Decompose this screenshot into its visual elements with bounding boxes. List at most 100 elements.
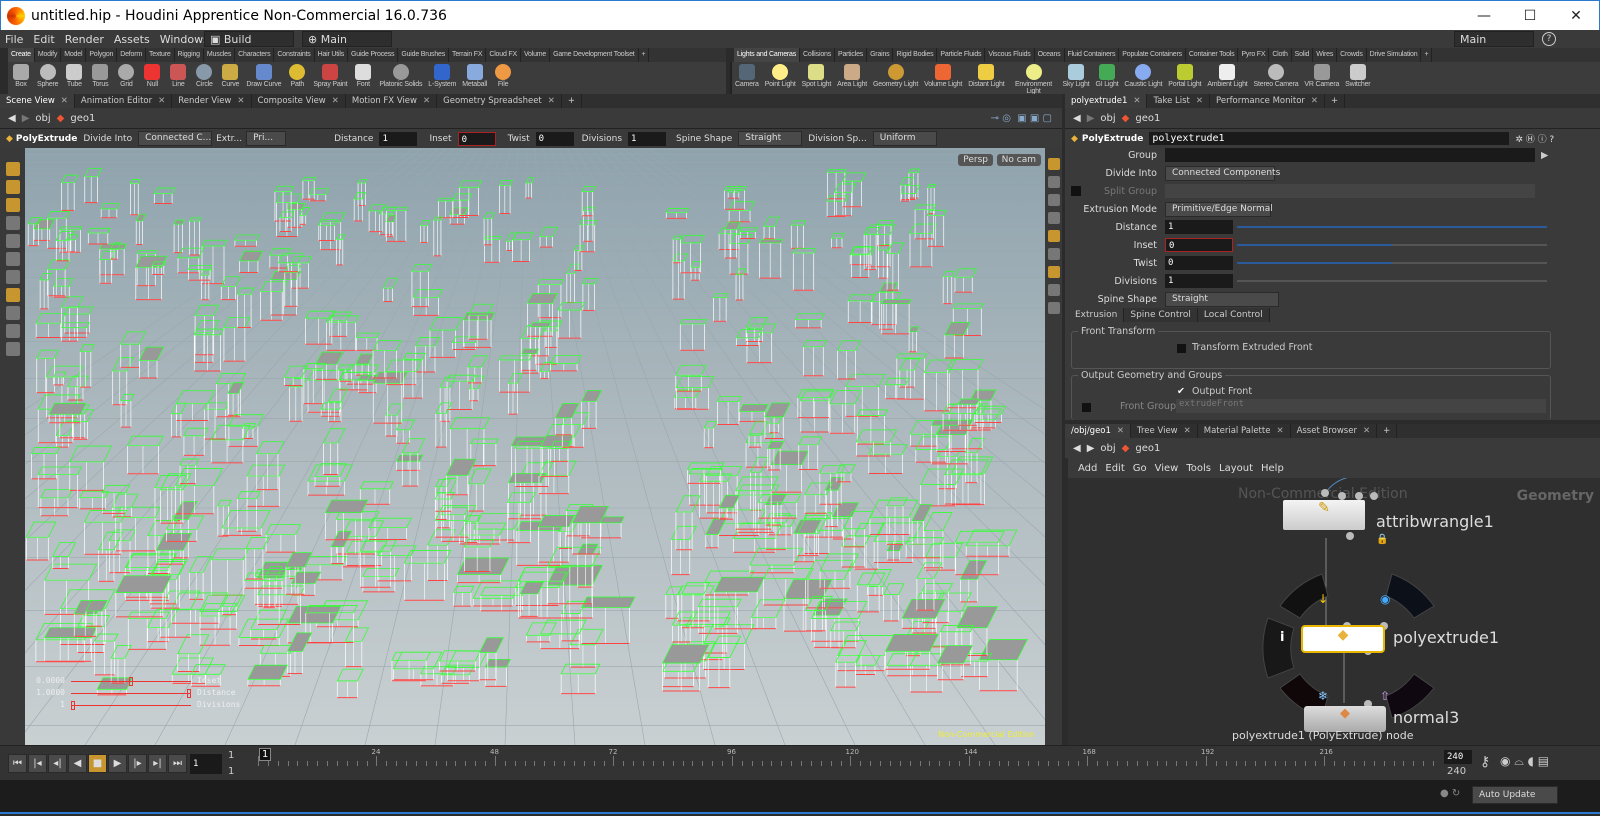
distance-slider[interactable] xyxy=(1237,226,1547,228)
back-icon[interactable]: ◀ xyxy=(1073,443,1081,454)
pane-tab[interactable]: + xyxy=(1325,94,1346,108)
shelf-tab[interactable]: Guide Process xyxy=(348,48,399,62)
param-tab-2[interactable]: Local Control xyxy=(1197,308,1270,322)
twist-field[interactable]: 0 xyxy=(1165,256,1233,270)
divide-into-dropdown[interactable]: Connected Components xyxy=(1165,165,1280,181)
normals-icon[interactable] xyxy=(1047,284,1060,296)
next-key-button[interactable]: ▸| xyxy=(148,754,167,773)
minimize-button[interactable]: — xyxy=(1461,1,1507,31)
shelf-tool[interactable]: L-System xyxy=(425,62,459,94)
handle-track[interactable] xyxy=(71,689,191,698)
view-tool-icon[interactable] xyxy=(5,162,20,176)
spine-shape-dropdown[interactable]: Straight xyxy=(1165,291,1279,307)
shelf-tab[interactable]: Model xyxy=(61,48,87,62)
end-frame-field[interactable]: 240 xyxy=(1444,750,1472,764)
shelf-tool[interactable]: Box xyxy=(8,62,34,94)
menu-file[interactable]: File xyxy=(0,33,28,46)
display-icon[interactable] xyxy=(1047,158,1060,170)
wireframe-icon[interactable] xyxy=(1047,176,1060,188)
twist-slider[interactable] xyxy=(1237,262,1547,264)
shelf-tab[interactable]: Crowds xyxy=(1337,48,1367,62)
pane-tab[interactable]: Asset Browser ✕ xyxy=(1291,424,1378,438)
light-icon[interactable] xyxy=(1047,212,1060,224)
shelf-tool[interactable]: Environment Light xyxy=(1008,62,1060,95)
close-tab-icon[interactable]: ✕ xyxy=(1363,426,1370,436)
numbers-icon[interactable] xyxy=(1047,302,1060,314)
shelf-tool[interactable]: Torus xyxy=(87,62,113,94)
shelf-tool[interactable]: Caustic Light xyxy=(1121,62,1165,94)
stop-button[interactable]: ■ xyxy=(88,754,107,773)
shelf-tab[interactable]: Texture xyxy=(146,48,175,62)
close-tab-icon[interactable]: ✕ xyxy=(548,96,555,106)
jump-end-button[interactable]: ⏭ xyxy=(168,754,187,773)
shelf-tab[interactable]: + xyxy=(639,48,650,62)
forward-icon[interactable]: ▶ xyxy=(1087,443,1095,454)
scene-viewport[interactable]: Persp No cam Non-Commercial Edition 0.00… xyxy=(25,148,1045,745)
close-button[interactable]: ✕ xyxy=(1553,1,1599,31)
network-menu-tools[interactable]: Tools xyxy=(1186,463,1211,474)
grid-snap-icon[interactable] xyxy=(5,324,20,338)
division-spacing-dropdown[interactable]: Uniform xyxy=(872,131,937,146)
shelf-tab[interactable]: Create xyxy=(8,48,35,62)
close-tab-icon[interactable]: ✕ xyxy=(423,96,430,106)
shelf-tab[interactable]: Fluid Containers xyxy=(1065,48,1120,62)
divisions-field[interactable]: 1 xyxy=(628,131,667,146)
close-tab-icon[interactable]: ✕ xyxy=(1117,426,1124,436)
network-editor[interactable]: Non-Commercial Edition Geometry ↓ ◉ ❄ ⇧ … xyxy=(1068,478,1600,745)
shelf-tool[interactable]: Metaball xyxy=(459,62,490,94)
right-desktop-dropdown[interactable]: Main xyxy=(1454,31,1534,47)
frame-marker[interactable]: 1 xyxy=(259,748,272,761)
lock-icon[interactable] xyxy=(1047,194,1060,206)
network-menu-add[interactable]: Add xyxy=(1078,463,1097,474)
shelf-tab[interactable]: Cloth xyxy=(1269,48,1292,62)
shelf-tool[interactable]: Spray Paint xyxy=(310,62,350,94)
ghost-icon[interactable] xyxy=(1047,266,1060,278)
pane-tab[interactable]: Tree View ✕ xyxy=(1131,424,1198,438)
start-frame-2[interactable]: 1 xyxy=(228,766,234,777)
shelf-tab[interactable]: Rigid Bodies xyxy=(893,48,938,62)
handle-icon[interactable] xyxy=(5,288,20,302)
forward-icon[interactable]: ▶ xyxy=(22,113,30,124)
close-tab-icon[interactable]: ✕ xyxy=(237,96,244,106)
shelf-tab[interactable]: Constraints xyxy=(274,48,315,62)
handle-knob[interactable] xyxy=(129,677,133,686)
pane-tab[interactable]: Take List ✕ xyxy=(1147,94,1211,108)
start-frame[interactable]: 1 xyxy=(228,750,234,761)
shelf-tab[interactable]: Wires xyxy=(1313,48,1338,62)
shelf-tab[interactable]: Oceans xyxy=(1035,48,1065,62)
shelf-tool[interactable]: Draw Curve xyxy=(243,62,284,94)
spine-dropdown[interactable]: Straight xyxy=(738,131,803,146)
shelf-tab[interactable]: + xyxy=(1421,48,1433,62)
shelf-tool[interactable]: Geometry Light xyxy=(870,62,921,94)
snap-icon[interactable] xyxy=(5,306,20,320)
shelf-tool[interactable]: Point Light xyxy=(762,62,799,94)
prev-key-button[interactable]: |◂ xyxy=(28,754,47,773)
network-menu-layout[interactable]: Layout xyxy=(1219,463,1253,474)
pane-tab[interactable]: Scene View ✕ xyxy=(0,94,75,108)
pane-tab[interactable]: Performance Monitor ✕ xyxy=(1210,94,1326,108)
menu-edit[interactable]: Edit xyxy=(28,33,59,46)
shelf-tab[interactable]: Guide Brushes xyxy=(398,48,450,62)
handle-track[interactable] xyxy=(71,677,191,686)
transform-icon[interactable] xyxy=(5,234,20,248)
shelf-tab[interactable]: Rigging xyxy=(175,48,204,62)
handle-slider[interactable]: 1.0000 Distance xyxy=(35,688,255,699)
divide-dropdown[interactable]: Connected C... xyxy=(138,131,213,146)
twist-field[interactable]: 0 xyxy=(535,131,574,146)
back-icon[interactable]: ◀ xyxy=(8,113,16,124)
shelf-tool[interactable]: Curve xyxy=(217,62,243,94)
extr-dropdown[interactable]: Pri... xyxy=(246,131,287,146)
shelf-tab[interactable]: Volume xyxy=(521,48,551,62)
node-polyextrude[interactable]: ◆ xyxy=(1301,625,1385,653)
path-obj[interactable]: obj xyxy=(1100,443,1115,454)
handle-knob[interactable] xyxy=(71,701,75,710)
close-tab-icon[interactable]: ✕ xyxy=(1196,96,1203,106)
shelf-tool[interactable]: Volume Light xyxy=(921,62,965,94)
distance-field[interactable]: 1 xyxy=(379,131,418,146)
headlight-icon[interactable] xyxy=(1047,230,1060,242)
inset-slider[interactable] xyxy=(1237,244,1547,246)
param-tab-1[interactable]: Spine Control xyxy=(1124,308,1198,322)
play-reverse-button[interactable]: ◀ xyxy=(68,754,87,773)
shelf-tab[interactable]: Polygon xyxy=(86,48,118,62)
shelf-tab[interactable]: Deform xyxy=(117,48,146,62)
